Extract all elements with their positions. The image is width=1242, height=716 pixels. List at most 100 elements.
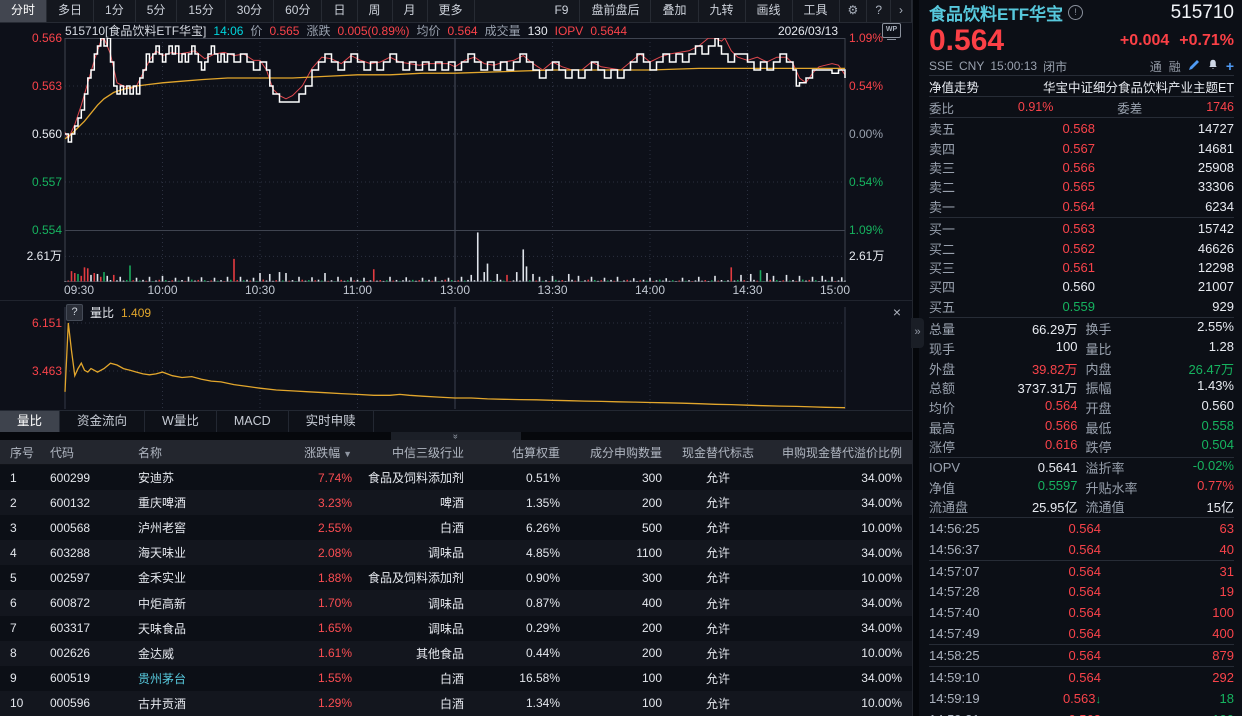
tick-volume: 40	[1101, 542, 1234, 557]
stat-value: 0.504	[1201, 437, 1234, 456]
menu-item[interactable]: 周	[358, 0, 393, 22]
table-row[interactable]: 8002626金达威1.61%其他食品0.44%200允许10.00%	[0, 641, 912, 666]
table-body: 1600299安迪苏7.74%食品及饲料添加剂0.51%300允许34.00%2…	[0, 465, 912, 716]
info-icon[interactable]: !	[1068, 5, 1083, 20]
pencil-icon[interactable]	[1188, 59, 1200, 74]
iopv-value: 0.5644	[590, 24, 627, 38]
row-index: 9	[0, 671, 48, 685]
column-header[interactable]: 涨跌幅▼	[254, 444, 352, 461]
help-icon[interactable]: ?	[867, 0, 891, 22]
margin-badge-rong[interactable]: 融	[1169, 58, 1181, 75]
stock-code: 600519	[48, 671, 136, 685]
menu-item[interactable]: 更多	[428, 0, 475, 22]
table-row[interactable]: 4603288海天味业2.08%调味品4.85%1100允许34.00%	[0, 540, 912, 565]
weicha-value: 1746	[1206, 100, 1234, 114]
chart-header: 515710[食品饮料ETF华宝] 14:06 价 0.565 涨跌 0.005…	[0, 23, 912, 38]
table-row[interactable]: 10000596古井贡酒1.29%白酒1.34%100允许10.00%	[0, 691, 912, 716]
menu-item[interactable]: 月	[393, 0, 428, 22]
last-price: 0.564	[929, 26, 1004, 56]
stat-label: 开盘	[1086, 398, 1112, 417]
expand-icon[interactable]: ›	[891, 0, 912, 22]
time-tick-label: 09:30	[64, 283, 94, 297]
stat-cell: 升贴水率0.77%	[1078, 478, 1235, 497]
change-value: 0.005(0.89%)	[337, 24, 409, 38]
time-tick-label: 13:30	[537, 283, 567, 297]
menu-item[interactable]: 30分	[226, 0, 274, 22]
intraday-chart[interactable]: 0.5660.5630.5600.5570.5541.09%0.54%0.00%…	[0, 38, 912, 298]
column-header[interactable]: 估算权重	[464, 444, 560, 461]
menu-item[interactable]: 日	[322, 0, 357, 22]
menu-item[interactable]: 分时	[0, 0, 47, 22]
creation-qty: 200	[560, 621, 662, 635]
stat-row: 流通盘25.95亿流通值15亿	[929, 497, 1234, 517]
indicator-tab[interactable]: 资金流向	[60, 411, 145, 433]
indicator-tab[interactable]: 实时申赎	[289, 411, 374, 433]
level-volume: 25908	[1095, 160, 1234, 175]
table-row[interactable]: 7603317天味食品1.65%调味品0.29%200允许34.00%	[0, 616, 912, 641]
stat-cell: 开盘0.560	[1078, 398, 1235, 417]
table-row[interactable]: 3000568泸州老窖2.55%白酒6.26%500允许10.00%	[0, 515, 912, 540]
menu-item[interactable]: 1分	[94, 0, 136, 22]
help-icon[interactable]: ?	[66, 304, 83, 321]
tick-time: 14:59:10	[929, 670, 999, 685]
table-row[interactable]: 6600872中炬高新1.70%调味品0.87%400允许34.00%	[0, 590, 912, 615]
volume-ratio-panel[interactable]: ? 量比 1.409 × 6.1513.463	[0, 300, 912, 411]
fund-nav-row[interactable]: 净值走势 华宝中证细分食品饮料产业主题ET	[929, 75, 1234, 97]
tick-row: 14:56:370.56440	[929, 539, 1234, 561]
industry: 白酒	[352, 519, 464, 536]
add-icon[interactable]: +	[1226, 58, 1234, 74]
menu-item[interactable]: 多日	[47, 0, 94, 22]
column-header[interactable]: 申购现金替代溢价比例	[774, 444, 912, 461]
table-row[interactable]: 2600132重庆啤酒3.23%啤酒1.35%200允许34.00%	[0, 490, 912, 515]
stock-code: 002626	[48, 646, 136, 660]
order-book-row: 买五0.559929	[929, 297, 1234, 316]
order-book-buys: 买一0.56315742买二0.56246626买三0.56112298买四0.…	[929, 217, 1234, 317]
panel-expand-handle[interactable]: »	[911, 318, 924, 348]
menu-item[interactable]: 九转	[699, 0, 746, 22]
column-header[interactable]: 中信三级行业	[352, 444, 464, 461]
margin-badge-tong[interactable]: 通	[1150, 58, 1162, 75]
order-book-row: 卖一0.5646234	[929, 197, 1234, 216]
stat-value: 0.558	[1201, 418, 1234, 437]
menu-item[interactable]: 60分	[274, 0, 322, 22]
column-header[interactable]: 代码	[48, 444, 136, 461]
collapse-handle[interactable]: »	[391, 432, 521, 440]
cash-substitute-flag: 允许	[662, 519, 774, 536]
stock-name: 金达威	[136, 645, 254, 662]
indicator-tab[interactable]: W量比	[145, 411, 217, 433]
quote-actions: 通 融 +	[1150, 58, 1234, 75]
stat-value: 0.564	[1045, 398, 1078, 417]
level-volume: 14681	[1095, 141, 1234, 156]
change-pct: 2.08%	[254, 546, 352, 560]
indicator-tab[interactable]: MACD	[217, 411, 289, 433]
column-header[interactable]: 名称	[136, 444, 254, 461]
level-label: 买一	[929, 219, 977, 238]
menu-item[interactable]: 5分	[136, 0, 178, 22]
column-header[interactable]: 成分申购数量	[560, 444, 662, 461]
column-header[interactable]: 现金替代标志	[662, 444, 774, 461]
menu-item[interactable]: 画线	[746, 0, 793, 22]
creation-qty: 500	[560, 521, 662, 535]
tools-menu: F9盘前盘后叠加九转画线工具⚙?›	[543, 0, 912, 22]
menu-item[interactable]: 15分	[177, 0, 225, 22]
tick-price: 0.564	[999, 564, 1101, 579]
menu-item[interactable]: 叠加	[651, 0, 698, 22]
stat-row: 外盘39.82万内盘26.47万	[929, 358, 1234, 378]
menu-item[interactable]: F9	[543, 0, 580, 22]
nav-trend-link[interactable]: 净值走势	[929, 77, 979, 96]
axis-tick-label: 0.54%	[849, 79, 911, 93]
tick-row: 14:57:490.564400	[929, 623, 1234, 645]
indicator-tab[interactable]: 量比	[0, 411, 60, 433]
menu-item[interactable]: 盘前盘后	[580, 0, 651, 22]
change-pct: 1.88%	[254, 571, 352, 585]
table-row[interactable]: 5002597金禾实业1.88%食品及饲料添加剂0.90%300允许10.00%	[0, 565, 912, 590]
menu-item[interactable]: 工具	[793, 0, 840, 22]
table-row[interactable]: 9600519贵州茅台1.55%白酒16.58%100允许34.00%	[0, 666, 912, 691]
column-header[interactable]: 序号	[0, 444, 48, 461]
bell-icon[interactable]	[1207, 59, 1219, 74]
gear-icon[interactable]: ⚙	[840, 0, 868, 22]
currency-label: CNY	[959, 59, 984, 73]
close-icon[interactable]: ×	[889, 305, 905, 321]
tick-price: 0.564	[999, 626, 1101, 641]
table-row[interactable]: 1600299安迪苏7.74%食品及饲料添加剂0.51%300允许34.00%	[0, 465, 912, 490]
